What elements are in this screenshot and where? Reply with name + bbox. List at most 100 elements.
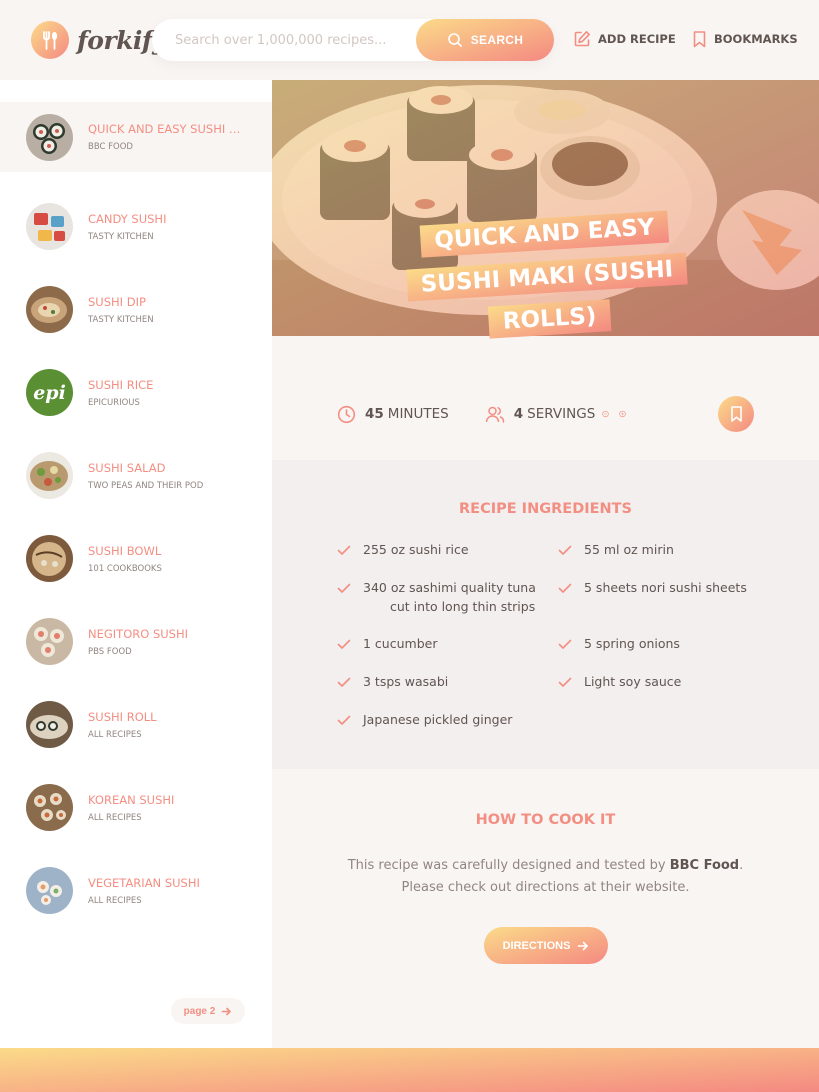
result-item[interactable]: epi SUSHI RICE EPICURIOUS [0,351,272,434]
recipe-details: 45 MINUTES 4 SERVINGS [337,396,757,432]
result-item[interactable]: NEGITORO SUSHI PBS FOOD [0,600,272,683]
search-results: QUICK AND EASY SUSHI MAKI (SUSHI ROLLS) … [0,80,272,1048]
ingredient-list-left: 255 oz sushi rice 340 oz sashimi quality… [337,541,536,749]
check-icon [337,677,351,687]
ingredients-section: RECIPE INGREDIENTS 255 oz sushi rice 340… [272,460,819,769]
ingredient-text: 55 ml oz mirin [584,542,674,557]
directions-text: This recipe was carefully designed and t… [332,855,759,899]
result-publisher: TWO PEAS AND THEIR POD [88,480,204,491]
increase-servings-button[interactable] [619,406,635,422]
arrow-right-icon [578,941,589,950]
check-icon [337,639,351,649]
result-item[interactable]: SUSHI DIP TASTY KITCHEN [0,268,272,351]
search-button-label: SEARCH [470,33,524,47]
ingredient-item: 340 oz sashimi quality tuna cut into lon… [337,579,536,635]
ingredient-text: 1 cucumber [363,636,438,651]
bookmark-icon [730,406,742,422]
result-publisher: PBS FOOD [88,646,132,657]
logo[interactable]: forkify [31,21,167,59]
result-item[interactable]: SUSHI BOWL 101 COOKBOOKS [0,517,272,600]
publisher-logo: epi [26,369,73,416]
result-publisher: EPICURIOUS [88,397,140,408]
search-input[interactable] [175,19,405,61]
bookmarks-button[interactable]: BOOKMARKS [692,30,798,48]
check-icon [337,715,351,725]
recipe-title-line: QUICK AND EASY [419,210,670,258]
servings-value: 4 [513,406,524,422]
ingredient-text: Japanese pickled ginger [363,712,513,727]
bookmarks-label: BOOKMARKS [714,32,798,46]
cooking-time: 45 MINUTES [337,405,449,424]
result-item[interactable]: CANDY SUSHI TASTY KITCHEN [0,185,272,268]
result-publisher: TASTY KITCHEN [88,314,154,325]
ingredient-text: 5 spring onions [584,636,680,651]
result-title: KOREAN SUSHI [88,792,175,807]
results-list: QUICK AND EASY SUSHI MAKI (SUSHI ROLLS) … [0,102,272,932]
ingredient-item: 255 oz sushi rice [337,541,536,579]
check-icon [558,639,572,649]
footer-gradient-strip [0,1048,819,1092]
header: forkify SEARCH ADD RECIPE BOOKMARKS [0,0,819,80]
add-recipe-button[interactable]: ADD RECIPE [573,30,676,48]
directions-text-part: This recipe was carefully designed and t… [347,858,670,873]
directions-button[interactable]: DIRECTIONS [484,927,608,964]
plus-circle-icon [619,410,626,418]
result-publisher: ALL RECIPES [88,895,142,906]
result-title: NEGITORO SUSHI [88,626,189,641]
result-item[interactable]: SUSHI SALAD TWO PEAS AND THEIR POD [0,434,272,517]
ingredient-item: 5 spring onions [558,635,747,673]
result-item[interactable]: KOREAN SUSHI ALL RECIPES [0,766,272,849]
search-form: SEARCH [152,19,554,61]
check-icon [558,545,572,555]
edit-icon [574,31,590,47]
servings-label: SERVINGS [527,406,596,422]
result-publisher: BBC FOOD [88,142,133,152]
result-title: CANDY SUSHI [88,211,167,226]
pagination-next-button[interactable]: page 2 [171,998,245,1024]
ingredient-item: 3 tsps wasabi [337,673,536,711]
ingredient-text: 3 tsps wasabi [363,674,449,689]
minus-circle-icon [602,410,609,418]
add-recipe-label: ADD RECIPE [598,32,676,46]
result-title: VEGETARIAN SUSHI [88,875,200,890]
recipe-thumbnail [26,784,73,831]
decrease-servings-button[interactable] [602,406,618,422]
check-icon [558,583,572,593]
fork-spoon-icon [31,21,69,59]
result-item[interactable]: SUSHI ROLL ALL RECIPES [0,683,272,766]
directions-text-part: Please check out directions at their web… [401,880,690,896]
result-item[interactable]: VEGETARIAN SUSHI ALL RECIPES [0,849,272,932]
recipe-title: QUICK AND EASY SUSHI MAKI (SUSHI ROLLS) [398,204,695,349]
result-item[interactable]: QUICK AND EASY SUSHI MAKI (SUSHI ROLLS) … [0,102,272,172]
bookmark-recipe-button[interactable] [718,396,754,432]
pagination-label: page 2 [183,1005,216,1017]
ingredient-item: 55 ml oz mirin [558,541,747,579]
result-title: SUSHI BOWL [88,543,162,558]
recipe-thumbnail [26,867,73,914]
result-title: QUICK AND EASY SUSHI MAKI (SUSHI ROLLS) [88,122,250,136]
ingredient-list-right: 55 ml oz mirin 5 sheets nori sushi sheet… [558,541,747,711]
directions-section: HOW TO COOK IT This recipe was carefully… [272,769,819,1048]
directions-text-part: . [739,858,744,873]
ingredient-item: Japanese pickled ginger [337,711,536,749]
search-icon [447,33,462,47]
result-publisher: TASTY KITCHEN [88,231,154,242]
recipe-thumbnail [26,113,73,161]
result-publisher: ALL RECIPES [88,729,142,740]
recipe-thumbnail [26,618,73,665]
bookmark-icon [693,31,706,48]
logo-text: epi [33,381,66,404]
result-title: SUSHI SALAD [88,460,166,475]
ingredient-line: cut into long thin strips [390,598,536,614]
result-publisher: ALL RECIPES [88,812,142,823]
result-title: SUSHI DIP [88,294,146,309]
result-title: SUSHI RICE [88,377,154,392]
ingredient-text: 340 oz sashimi quality tuna cut into lon… [363,579,536,635]
recipe-view: QUICK AND EASY SUSHI MAKI (SUSHI ROLLS) … [272,80,819,1048]
recipe-title-line: ROLLS) [487,299,612,339]
clock-icon [337,405,356,423]
ingredient-item: 1 cucumber [337,635,536,673]
search-button[interactable]: SEARCH [416,19,554,61]
minutes-label: MINUTES [387,406,449,422]
result-publisher: 101 COOKBOOKS [88,563,162,574]
